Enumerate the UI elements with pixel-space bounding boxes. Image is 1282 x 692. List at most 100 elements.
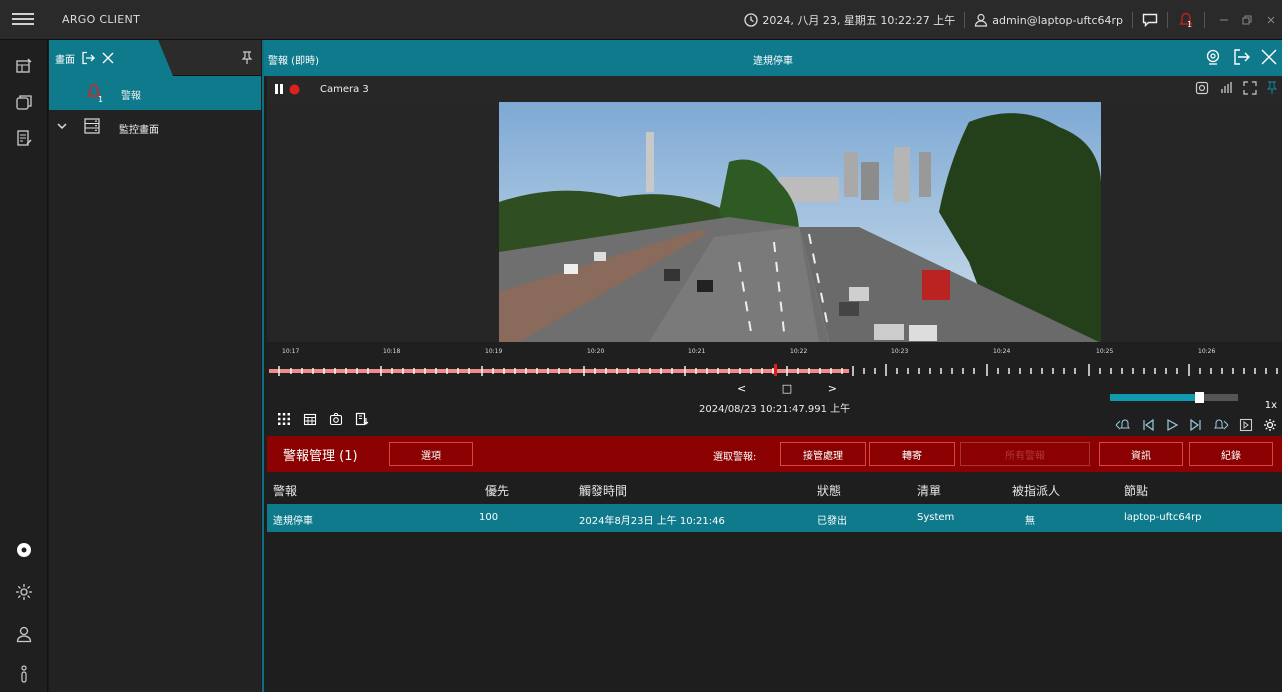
export-icon[interactable]	[1232, 48, 1250, 66]
time-label: 10:22	[790, 348, 808, 355]
settings-icon[interactable]	[8, 576, 40, 608]
monitor-layout-icon[interactable]	[8, 50, 40, 82]
settings-gear-icon[interactable]	[1263, 418, 1277, 432]
divider	[1167, 12, 1168, 28]
divider	[1132, 12, 1133, 28]
select-alarm-label: 選取警報:	[713, 452, 757, 463]
chevron-down-icon[interactable]	[56, 120, 68, 132]
alarm-bell-icon[interactable]: 1	[1177, 12, 1195, 29]
divider	[964, 12, 966, 28]
minimize-icon[interactable]	[1214, 15, 1234, 25]
user-icon[interactable]	[8, 618, 40, 650]
skip-start-icon[interactable]	[1141, 418, 1155, 432]
user-name[interactable]: admin@laptop-uftc64rp	[992, 14, 1123, 27]
cell-trigger-time: 2024年8月23日 上午 10:21:46	[579, 516, 725, 527]
cell-priority: 100	[479, 512, 499, 523]
hamburger-menu-icon[interactable]	[12, 10, 34, 30]
signal-bars-icon[interactable]	[1219, 81, 1233, 95]
video-top-actions	[1195, 81, 1277, 95]
cell-node: laptop-uftc64rp	[1124, 512, 1202, 523]
video-player[interactable]: Camera 3 10:17 10:18 10:19 10:20 10:21 1…	[267, 76, 1282, 436]
close-icon[interactable]	[1260, 16, 1282, 24]
panel-header: 警報 (即時) 違規停車	[264, 40, 1282, 76]
cell-list: System	[917, 512, 955, 523]
camera-snapshot-icon[interactable]	[329, 412, 343, 426]
timeline-track[interactable]	[269, 364, 1279, 378]
pause-icon[interactable]	[274, 83, 284, 95]
ptz-icon[interactable]	[1204, 48, 1222, 66]
stop-icon[interactable]: □	[782, 382, 792, 395]
fullscreen-icon[interactable]	[1243, 81, 1257, 95]
table-row[interactable]: 違規停車 100 2024年8月23日 上午 10:21:46 已發出 Syst…	[267, 504, 1282, 532]
alarm-type-title: 違規停車	[753, 56, 793, 67]
pin-icon[interactable]	[1267, 81, 1277, 95]
info-icon[interactable]	[8, 658, 40, 690]
column-header[interactable]: 警報	[273, 482, 297, 499]
time-label: 10:17	[282, 348, 300, 355]
time-label: 10:18	[383, 348, 401, 355]
tab-screens[interactable]: 畫面	[49, 40, 173, 76]
column-header[interactable]: 狀態	[817, 482, 841, 499]
time-label: 10:24	[993, 348, 1011, 355]
time-label: 10:26	[1198, 348, 1216, 355]
play-icon[interactable]	[1165, 418, 1179, 432]
cell-assignee: 無	[1025, 516, 1035, 527]
chat-icon[interactable]	[1142, 13, 1158, 27]
view-sidebar: 畫面 1 警報 監控畫面	[49, 40, 261, 692]
snapshot-icon[interactable]	[1195, 81, 1209, 95]
frame-step-icon[interactable]	[1239, 418, 1253, 432]
server-icon	[83, 117, 101, 135]
speed-slider[interactable]	[1110, 392, 1238, 403]
window-icon[interactable]	[8, 86, 40, 118]
step-forward-icon[interactable]: >	[828, 382, 837, 395]
step-back-icon[interactable]: <	[737, 382, 746, 395]
playback-tools-left	[277, 412, 369, 426]
sidebar-tab-bar: 畫面	[49, 40, 261, 76]
speed-slider-thumb[interactable]	[1195, 392, 1204, 403]
column-header[interactable]: 節點	[1124, 482, 1148, 499]
settings-active-icon[interactable]	[8, 534, 40, 566]
playback-tools-right	[1115, 418, 1277, 432]
playback-timestamp: 2024/08/23 10:21:47.991 上午	[699, 404, 851, 415]
cell-alarm: 違規停車	[273, 516, 313, 527]
export-clip-icon[interactable]	[355, 412, 369, 426]
all-alarms-button-disabled[interactable]: 所有警報	[960, 442, 1090, 466]
time-label: 10:19	[485, 348, 503, 355]
pin-icon[interactable]	[241, 50, 253, 69]
cell-status: 已發出	[817, 516, 847, 527]
close-icon[interactable]	[1260, 48, 1278, 66]
takeover-button[interactable]: 接管處理	[780, 442, 866, 466]
options-button[interactable]: 選項	[389, 442, 473, 466]
skip-end-icon[interactable]	[1189, 418, 1203, 432]
forward-button[interactable]: 轉寄	[869, 442, 955, 466]
clock-icon	[744, 13, 759, 27]
document-edit-icon[interactable]	[8, 122, 40, 154]
divider	[1204, 12, 1205, 28]
playback-timeline[interactable]: 10:17 10:18 10:19 10:20 10:21 10:22 10:2…	[267, 342, 1282, 436]
time-label: 10:20	[587, 348, 605, 355]
user-icon[interactable]	[974, 13, 988, 27]
camera-video-frame	[499, 102, 1101, 342]
grid-layout-icon[interactable]	[277, 412, 291, 426]
next-alarm-icon[interactable]	[1213, 418, 1229, 432]
alarm-badge: 1	[1187, 20, 1193, 29]
alarm-count-badge: 1	[98, 95, 104, 104]
sidebar-item-monitor-view[interactable]: 監控畫面	[49, 110, 261, 144]
export-icon[interactable]	[81, 51, 95, 65]
restore-icon[interactable]	[1234, 15, 1260, 25]
column-header[interactable]: 優先	[485, 482, 509, 499]
time-label: 10:23	[891, 348, 909, 355]
sidebar-item-alarm[interactable]: 1 警報	[49, 76, 261, 110]
video-toolbar: Camera 3	[267, 76, 1282, 102]
column-header[interactable]: 被指派人	[1012, 482, 1060, 499]
log-button[interactable]: 紀錄	[1189, 442, 1273, 466]
speed-slider-fill	[1110, 394, 1200, 401]
column-header[interactable]: 清單	[917, 482, 941, 499]
alarm-management-bar: 警報管理 (1) 選項 選取警報: 接管處理 轉寄 所有警報 資訊 紀錄	[267, 436, 1282, 472]
title-bar: ARGO CLIENT 2024, 八月 23, 星期五 10:22:27 上午…	[0, 0, 1282, 40]
column-header[interactable]: 觸發時間	[579, 482, 627, 499]
prev-alarm-icon[interactable]	[1115, 418, 1131, 432]
close-tab-icon[interactable]	[101, 51, 115, 65]
info-button[interactable]: 資訊	[1099, 442, 1183, 466]
calendar-icon[interactable]	[303, 412, 317, 426]
